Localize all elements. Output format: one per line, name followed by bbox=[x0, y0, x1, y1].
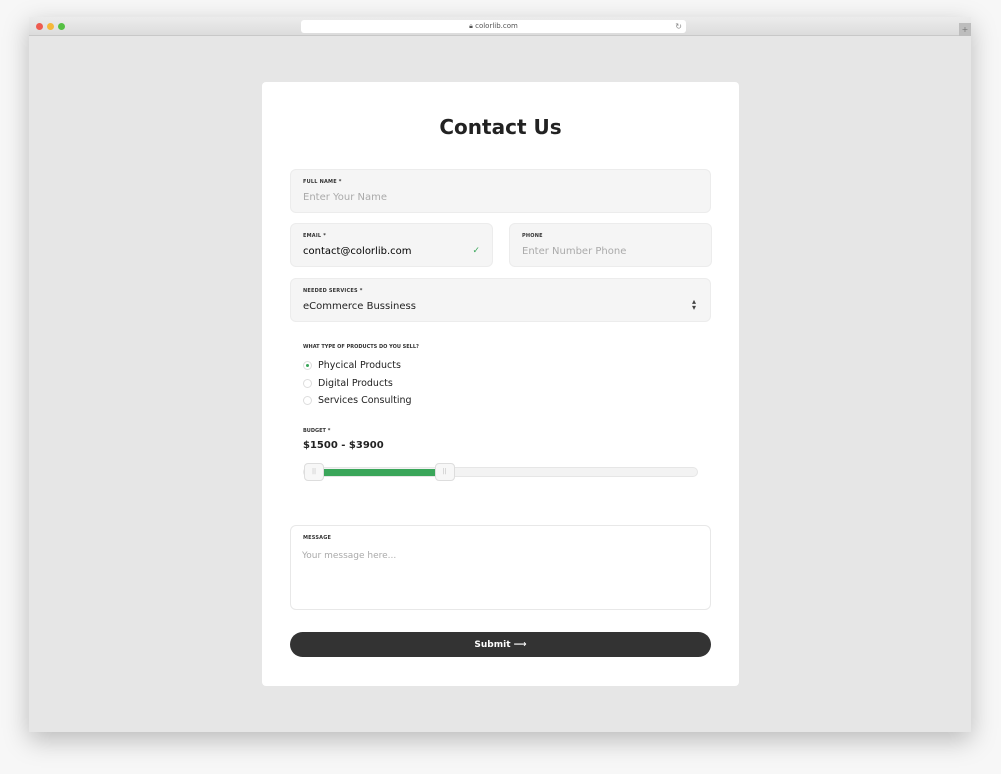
radio-digital[interactable]: Digital Products bbox=[303, 378, 393, 389]
services-value: eCommerce Bussiness bbox=[303, 301, 416, 312]
radio-physical[interactable]: Phycical Products bbox=[303, 360, 401, 371]
phone-label: PHONE bbox=[522, 233, 543, 239]
phone-field[interactable]: PHONE bbox=[509, 223, 712, 267]
radio-checked-icon[interactable] bbox=[303, 361, 312, 370]
budget-value: $1500 - $3900 bbox=[303, 440, 384, 451]
slider-handle-low[interactable]: || bbox=[304, 463, 324, 481]
title-bar: 🔒︎ colorlib.com ↻ + bbox=[29, 17, 971, 36]
close-button[interactable] bbox=[36, 23, 43, 30]
phone-input[interactable] bbox=[522, 246, 635, 257]
message-input[interactable] bbox=[290, 525, 711, 610]
submit-button[interactable]: Submit ⟶ bbox=[290, 632, 711, 657]
slider-handle-high[interactable]: || bbox=[434, 463, 455, 481]
email-input[interactable] bbox=[303, 246, 416, 257]
radio-services[interactable]: Services Consulting bbox=[303, 395, 412, 406]
reload-icon[interactable]: ↻ bbox=[675, 20, 682, 33]
radio-icon[interactable] bbox=[303, 396, 312, 405]
maximize-button[interactable] bbox=[58, 23, 65, 30]
services-select[interactable]: NEEDED SERVICES * eCommerce Bussiness ▴ ▾ bbox=[290, 278, 711, 322]
slider-fill bbox=[322, 469, 435, 476]
budget-label: BUDGET * bbox=[303, 428, 331, 434]
budget-slider[interactable]: || || bbox=[303, 463, 698, 481]
select-arrows-icon: ▴ ▾ bbox=[691, 297, 696, 312]
full-name-label: FULL NAME * bbox=[303, 179, 342, 185]
full-name-input[interactable] bbox=[303, 192, 416, 203]
email-label: EMAIL * bbox=[303, 233, 327, 239]
minimize-button[interactable] bbox=[47, 23, 54, 30]
full-name-field[interactable]: FULL NAME * bbox=[290, 169, 711, 213]
services-label: NEEDED SERVICES * bbox=[303, 288, 363, 294]
page-title: Contact Us bbox=[439, 115, 562, 139]
browser-window: 🔒︎ colorlib.com ↻ + Contact Us FULL NAME … bbox=[29, 17, 971, 732]
email-field[interactable]: EMAIL * ✓ bbox=[290, 223, 493, 267]
contact-form-card: Contact Us FULL NAME * EMAIL * ✓ PHONE N… bbox=[262, 82, 739, 686]
radio-icon[interactable] bbox=[303, 379, 312, 388]
check-icon: ✓ bbox=[472, 246, 480, 256]
new-tab-button[interactable]: + bbox=[959, 23, 971, 36]
address-bar[interactable]: 🔒︎ colorlib.com ↻ bbox=[301, 20, 686, 33]
products-label: WHAT TYPE OF PRODUCTS DO YOU SELL? bbox=[303, 344, 419, 350]
